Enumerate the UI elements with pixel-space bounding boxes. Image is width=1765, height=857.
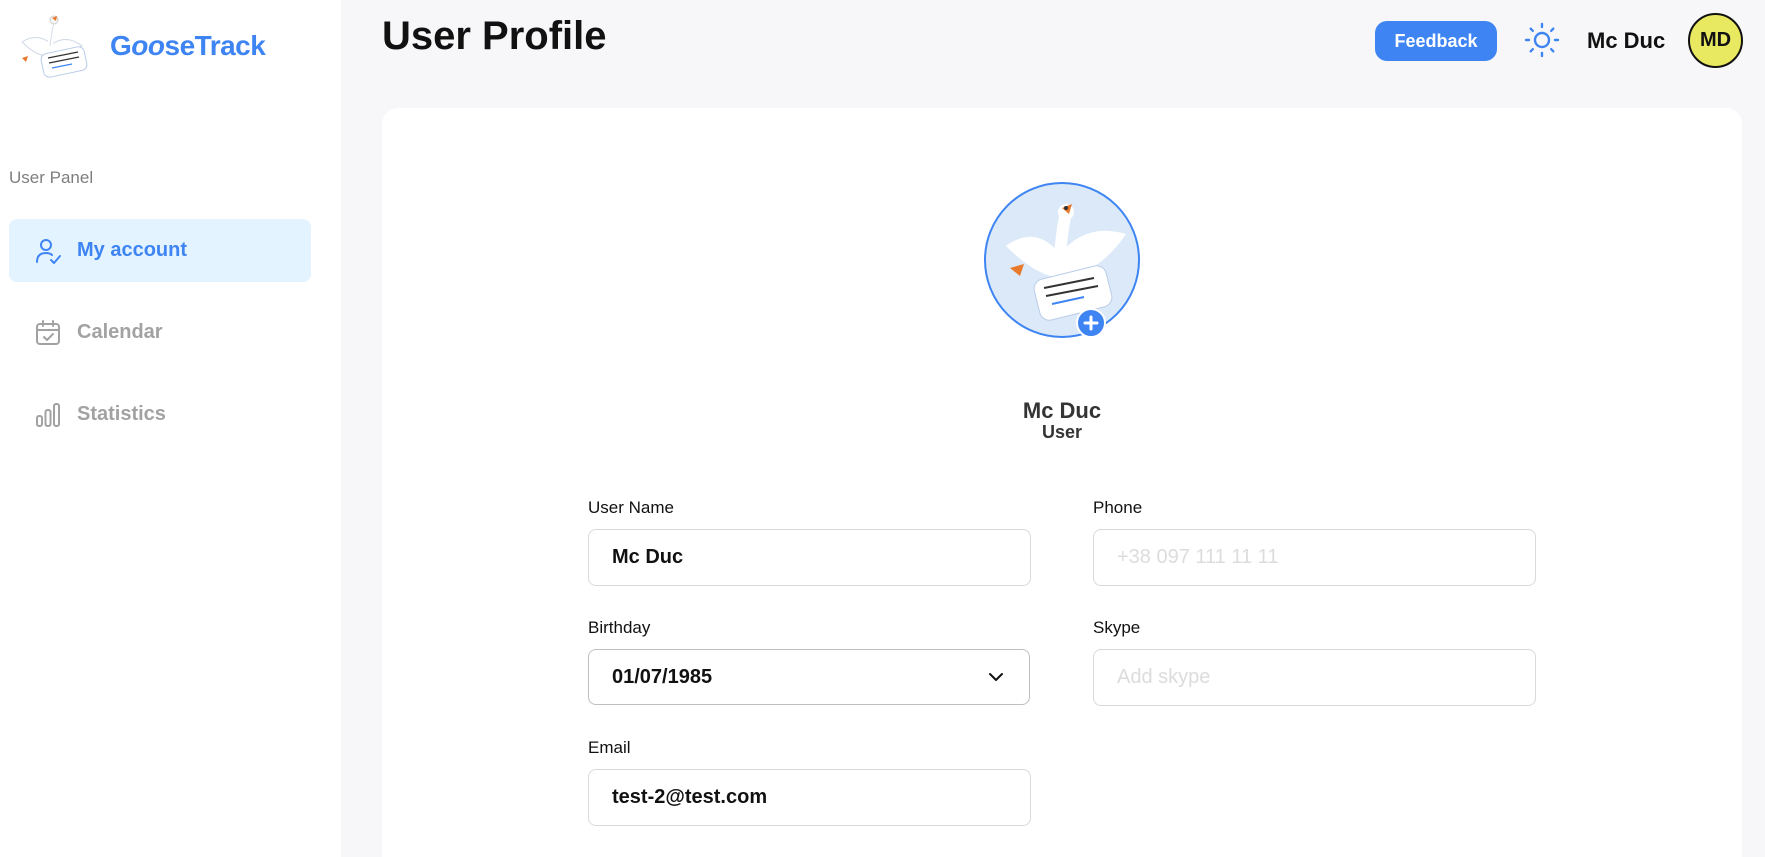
profile-role: User [1041,422,1083,442]
brand-logo[interactable]: GooseTrack [12,12,266,84]
birthday-field: Birthday 01/07/1985 [588,618,1031,705]
field-label: User Name [588,498,674,517]
field-label: Skype [1093,618,1141,637]
bar-chart-icon [33,400,63,430]
profile-name: Mc Duc [1022,398,1102,423]
goose-logo-icon [21,15,88,78]
chevron-down-icon [989,673,1003,681]
user-check-icon [33,236,63,266]
email-field: Email [588,738,1031,826]
header-user-name: Mc Duc [1587,28,1666,53]
page-title: User Profile [382,14,607,58]
skype-field: Skype [1093,618,1536,706]
birthday-value: 01/07/1985 [612,665,713,688]
user-name-input[interactable] [588,529,1031,586]
birthday-picker[interactable]: 01/07/1985 [588,649,1030,705]
plus-icon[interactable] [1076,308,1106,338]
sidebar-item-label: My account [77,239,188,261]
brand-name: GooseTrack [110,30,266,61]
field-label: Email [588,738,631,757]
email-input[interactable] [588,769,1031,826]
field-label: Birthday [588,618,651,637]
sidebar-item-my-account[interactable]: My account [9,219,311,282]
sidebar-item-calendar[interactable]: Calendar [9,301,311,364]
sidebar-item-label: Calendar [77,321,163,343]
feedback-button[interactable]: Feedback [1375,21,1497,61]
goose-avatar-icon [984,182,1140,338]
field-label: Phone [1093,498,1143,517]
profile-avatar [984,182,1140,338]
user-panel-label: User Panel [9,168,94,187]
sidebar-item-statistics[interactable]: Statistics [9,383,311,446]
sun-icon[interactable] [1524,22,1560,58]
phone-field: Phone [1093,498,1536,586]
sidebar: GooseTrack User Panel My account Calenda… [0,0,341,857]
phone-input[interactable] [1093,529,1536,586]
profile-card: Mc Duc User User Name Phone Birthday 01/… [382,108,1742,857]
skype-input[interactable] [1093,649,1536,706]
calendar-check-icon [33,318,63,348]
avatar[interactable]: MD [1688,13,1743,68]
user-name-field: User Name [588,498,1031,586]
sidebar-item-label: Statistics [77,403,166,425]
